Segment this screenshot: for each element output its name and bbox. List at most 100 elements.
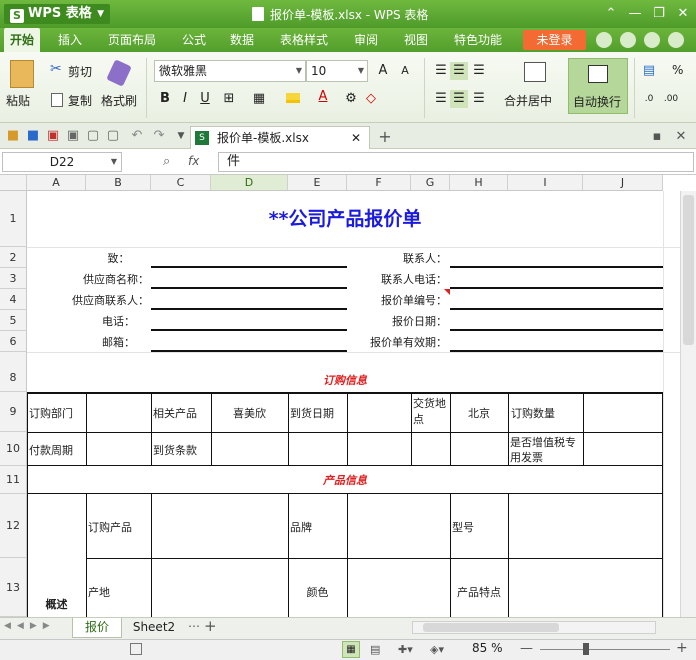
menu-insert[interactable]: 插入	[50, 28, 90, 52]
align-right-icon[interactable]: ☰	[470, 90, 488, 108]
page-break-icon[interactable]: ✚▾	[398, 643, 413, 656]
row-header[interactable]: 10	[0, 432, 27, 466]
insert-function-button[interactable]: fx	[188, 154, 199, 168]
paste-button[interactable]: 粘贴	[6, 92, 30, 109]
cell-style-icon[interactable]: ▦	[250, 90, 268, 108]
close-window-button[interactable]: ✕	[672, 4, 694, 24]
borders-icon[interactable]: ⊞	[220, 90, 238, 108]
row-header[interactable]: 9	[0, 392, 27, 432]
column-header[interactable]: C	[151, 175, 211, 191]
restore-doc-icon[interactable]: ▪	[648, 128, 666, 146]
font-size-select[interactable]: 10 ▼	[306, 60, 368, 82]
undo-icon[interactable]: ↶	[128, 127, 146, 145]
align-bottom-icon[interactable]: ☰	[470, 62, 488, 80]
menu-data[interactable]: 数据	[222, 28, 262, 52]
add-sheet-icon[interactable]: +	[204, 617, 217, 635]
row-header[interactable]: 12	[0, 494, 27, 558]
align-top-icon[interactable]: ☰	[432, 62, 450, 80]
underline-button[interactable]: U	[196, 90, 214, 108]
menu-page-layout[interactable]: 页面布局	[100, 28, 164, 52]
menu-review[interactable]: 审阅	[346, 28, 386, 52]
name-box[interactable]: D22 ▼	[2, 152, 122, 172]
row-header[interactable]: 6	[0, 331, 27, 352]
zoom-out-icon[interactable]: —	[520, 641, 533, 656]
sheet-nav-icons[interactable]: ◀◀▶▶	[4, 621, 56, 631]
row-header[interactable]: 4	[0, 289, 27, 310]
column-header[interactable]: F	[347, 175, 411, 191]
align-center-icon[interactable]: ☰	[450, 90, 468, 108]
align-left-icon[interactable]: ☰	[432, 90, 450, 108]
page-view-icon[interactable]: ▤	[370, 643, 380, 656]
font-color-icon[interactable]: A	[314, 88, 332, 106]
formula-input[interactable]: 件	[218, 152, 694, 172]
menu-home[interactable]: 开始	[4, 28, 40, 52]
export-pdf-icon[interactable]: ▣	[44, 127, 62, 145]
sheet-tab-active[interactable]: 报价	[72, 618, 122, 638]
new-tab-icon[interactable]: +	[376, 128, 394, 146]
normal-view-icon[interactable]: ▦	[342, 641, 360, 658]
row-header[interactable]: 2	[0, 247, 27, 268]
column-header[interactable]: I	[508, 175, 583, 191]
open-folder-icon[interactable]: ■	[4, 127, 22, 145]
zoom-level[interactable]: 85 %	[472, 641, 503, 655]
bold-button[interactable]: B	[156, 90, 174, 108]
skin-icon[interactable]: ⌃	[600, 4, 622, 24]
minimize-button[interactable]: —	[624, 4, 646, 24]
column-header[interactable]: G	[411, 175, 450, 191]
column-header[interactable]: E	[288, 175, 347, 191]
font-name-select[interactable]: 微软雅黑 ▼	[154, 60, 306, 82]
macro-icon[interactable]	[130, 643, 142, 655]
shirt-icon[interactable]	[644, 32, 660, 48]
sheet-tab[interactable]: Sheet2	[126, 618, 182, 638]
increase-font-icon[interactable]: A	[374, 62, 392, 80]
app-menu-button[interactable]: S WPS 表格 ▼	[4, 4, 110, 24]
column-header[interactable]: B	[86, 175, 151, 191]
file-tab[interactable]: S 报价单-模板.xlsx ✕	[190, 126, 370, 149]
fill-color-icon[interactable]	[286, 93, 300, 103]
login-button[interactable]: 未登录	[523, 30, 586, 50]
zoom-slider[interactable]	[540, 649, 670, 650]
row-header[interactable]: 5	[0, 310, 27, 331]
menu-view[interactable]: 视图	[396, 28, 436, 52]
menu-features[interactable]: 特色功能	[446, 28, 510, 52]
horizontal-scrollbar[interactable]	[412, 621, 656, 634]
vertical-scrollbar[interactable]	[680, 191, 696, 617]
scrollbar-thumb[interactable]	[423, 623, 559, 632]
column-header[interactable]: H	[450, 175, 508, 191]
row-header[interactable]: 1	[0, 191, 27, 247]
sync-icon[interactable]	[620, 32, 636, 48]
spell-check-icon[interactable]: ▢	[104, 127, 122, 145]
collapse-ribbon-icon[interactable]	[668, 32, 684, 48]
print-icon[interactable]: ▣	[64, 127, 82, 145]
align-middle-icon[interactable]: ☰	[450, 62, 468, 80]
increase-decimal-icon[interactable]: .0	[640, 90, 658, 108]
zoom-slider-handle[interactable]	[583, 643, 589, 655]
select-all-corner[interactable]	[0, 175, 27, 191]
wrap-text-button[interactable]: 自动换行	[568, 58, 628, 114]
percent-button[interactable]: %	[672, 63, 683, 77]
row-header[interactable]: 8	[0, 352, 27, 392]
help-icon[interactable]	[596, 32, 612, 48]
row-header[interactable]: 13	[0, 558, 27, 617]
merge-center-button[interactable]: 合并居中	[504, 92, 552, 109]
decrease-font-icon[interactable]: A	[396, 62, 414, 80]
print-preview-icon[interactable]: ▢	[84, 127, 102, 145]
scrollbar-thumb[interactable]	[683, 195, 694, 345]
redo-icon[interactable]: ↷	[150, 127, 168, 145]
maximize-button[interactable]: ❐	[648, 4, 670, 24]
chevron-down-icon[interactable]: ▼	[172, 127, 190, 145]
menu-table-style[interactable]: 表格样式	[272, 28, 336, 52]
close-tab-icon[interactable]: ✕	[351, 127, 361, 149]
italic-button[interactable]: I	[176, 90, 194, 108]
cut-button[interactable]: 剪切	[68, 63, 92, 80]
zoom-in-icon[interactable]: +	[676, 640, 688, 656]
reading-mode-icon[interactable]: ◈▾	[430, 643, 444, 656]
more-sheets-icon[interactable]: ⋯	[188, 619, 200, 633]
column-header[interactable]: D	[211, 175, 288, 191]
format-painter-button[interactable]: 格式刷	[101, 92, 137, 109]
column-header[interactable]: A	[27, 175, 86, 191]
special-chars-icon[interactable]: ⚙	[342, 90, 360, 108]
decrease-decimal-icon[interactable]: .00	[662, 90, 680, 108]
search-icon[interactable]: ⌕	[163, 154, 170, 169]
save-icon[interactable]: ■	[24, 127, 42, 145]
